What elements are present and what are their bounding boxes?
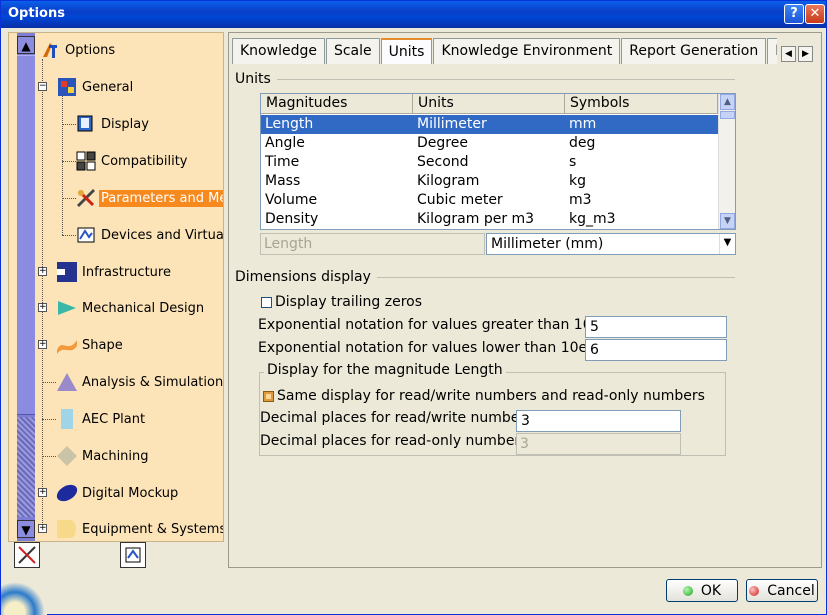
scroll-thumb[interactable] — [17, 55, 35, 415]
table-row[interactable]: Density Kilogram per m3 kg_m3 — [261, 210, 718, 229]
title-bar[interactable]: Options ? ✕ — [1, 1, 826, 28]
machining-icon — [56, 445, 78, 467]
reset-options-icon[interactable] — [120, 542, 146, 568]
options-icon — [39, 39, 61, 61]
tree-item-options[interactable]: Options — [39, 39, 117, 61]
options-tree: ▲ ▼ Options − General Display Compatibil… — [8, 32, 224, 542]
scroll-up-icon[interactable]: ▲ — [17, 36, 35, 54]
trailing-zeros-label: Display trailing zeros — [275, 294, 423, 310]
column-header-units[interactable]: Units — [413, 94, 565, 114]
tab-scroll-left-icon[interactable]: ◀ — [781, 46, 796, 62]
tree-item-mechanical-design[interactable]: Mechanical Design — [56, 297, 206, 319]
ok-label: OK — [700, 582, 722, 599]
same-display-checkbox[interactable] — [263, 391, 274, 402]
table-scroll-up-icon[interactable]: ▲ — [720, 94, 735, 110]
analysis-icon — [56, 371, 78, 393]
dimensions-group-label: Dimensions display — [235, 269, 377, 285]
equipment-icon — [56, 518, 78, 540]
table-row[interactable]: Length Millimeter mm — [261, 115, 718, 134]
cancel-button[interactable]: Cancel — [746, 579, 818, 602]
decimal-rw-input[interactable]: 3 — [516, 410, 681, 432]
tab-partial[interactable]: Par — [767, 38, 777, 64]
exp-greater-input[interactable]: 5 — [585, 316, 727, 338]
table-row[interactable]: Volume Cubic meter m3 — [261, 191, 718, 210]
general-icon — [56, 76, 78, 98]
cancel-label: Cancel — [767, 582, 815, 599]
ok-button[interactable]: OK — [666, 579, 738, 602]
aec-plant-icon — [56, 408, 78, 430]
tree-item-general[interactable]: General — [56, 76, 135, 98]
units-table: Magnitudes Units Symbols Length Millimet… — [260, 93, 736, 230]
table-header: Magnitudes Units Symbols — [261, 94, 718, 114]
window-title: Options — [8, 6, 65, 21]
ok-status-icon — [682, 585, 693, 596]
trailing-zeros-checkbox[interactable] — [261, 297, 272, 308]
same-display-label: Same display for read/write numbers and … — [277, 388, 705, 404]
chevron-down-icon[interactable]: ▼ — [719, 234, 735, 254]
tree-item-digital-mockup[interactable]: Digital Mockup — [56, 482, 180, 504]
scroll-track[interactable] — [17, 417, 35, 517]
column-header-symbols[interactable]: Symbols — [565, 94, 718, 114]
tab-scale[interactable]: Scale — [325, 38, 380, 64]
exp-lower-input[interactable]: 6 — [585, 339, 727, 361]
table-scroll-thumb[interactable] — [720, 111, 735, 119]
decimal-ro-input: 3 — [516, 433, 681, 455]
parameters-icon — [75, 187, 97, 209]
shape-icon — [56, 334, 78, 356]
unit-select[interactable]: Millimeter (mm) ▼ — [486, 233, 736, 255]
decimal-ro-label: Decimal places for read-only numbers — [260, 433, 528, 449]
tree-item-devices[interactable]: Devices and Virtual Reality — [75, 224, 223, 246]
units-group-label: Units — [235, 71, 277, 87]
tree-item-aec-plant[interactable]: AEC Plant — [56, 408, 147, 430]
compatibility-icon — [75, 150, 97, 172]
tree-item-parameters-and-measure[interactable]: Parameters and Measure — [75, 187, 223, 209]
magnitude-group-label: Display for the magnitude Length — [264, 362, 506, 378]
tab-knowledge-environment[interactable]: Knowledge Environment — [433, 38, 621, 64]
table-row[interactable]: Angle Degree deg — [261, 134, 718, 153]
tree-item-analysis-simulation[interactable]: Analysis & Simulation — [56, 371, 223, 393]
expand-shape-icon[interactable]: + — [38, 340, 47, 349]
decimal-rw-label: Decimal places for read/write numbers — [260, 410, 533, 426]
devices-icon — [75, 224, 97, 246]
tree-item-display[interactable]: Display — [75, 113, 151, 135]
tree-scrollbar[interactable]: ▲ ▼ — [17, 33, 35, 541]
tree-item-shape[interactable]: Shape — [56, 334, 125, 356]
mechanical-design-icon — [56, 297, 78, 319]
scroll-down-icon[interactable]: ▼ — [17, 520, 35, 538]
options-dialog: Options ? ✕ ▲ ▼ Options − General Displa… — [0, 0, 827, 615]
magnitude-field: Length — [260, 233, 485, 255]
cancel-status-icon — [749, 585, 760, 596]
tab-report-generation[interactable]: Report Generation — [621, 38, 767, 64]
expand-digital-mockup-icon[interactable]: + — [38, 488, 47, 497]
tab-strip: Knowledge Scale Units Knowledge Environment… — [232, 38, 777, 64]
tree-item-infrastructure[interactable]: Infrastructure — [56, 261, 173, 283]
close-button[interactable]: ✕ — [805, 4, 825, 24]
tree-item-compatibility[interactable]: Compatibility — [75, 150, 190, 172]
help-button[interactable]: ? — [784, 4, 804, 24]
table-scrollbar[interactable]: ▲ ▼ — [718, 94, 735, 229]
tab-units[interactable]: Units — [380, 38, 433, 64]
expand-equipment-icon[interactable]: + — [38, 524, 47, 533]
infrastructure-icon — [56, 261, 78, 283]
tab-knowledge[interactable]: Knowledge — [232, 38, 325, 64]
digital-mockup-icon — [56, 482, 78, 504]
exp-lower-label: Exponential notation for values lower th… — [258, 340, 593, 356]
table-scroll-down-icon[interactable]: ▼ — [720, 213, 735, 229]
globe-icon — [1, 578, 47, 615]
options-content: Knowledge Scale Units Knowledge Environment… — [228, 32, 822, 568]
table-row[interactable]: Mass Kilogram kg — [261, 172, 718, 191]
column-header-magnitudes[interactable]: Magnitudes — [261, 94, 413, 114]
table-row[interactable]: Time Second s — [261, 153, 718, 172]
display-icon — [75, 113, 97, 135]
tree-item-equipment-systems[interactable]: Equipment & Systems — [56, 518, 223, 540]
unit-select-value: Millimeter (mm) — [491, 236, 604, 252]
expand-mechanical-design-icon[interactable]: + — [38, 303, 47, 312]
exp-greater-label: Exponential notation for values greater … — [258, 317, 612, 333]
tab-scroll-right-icon[interactable]: ▶ — [798, 46, 813, 62]
tree-item-machining[interactable]: Machining — [56, 445, 151, 467]
expand-infrastructure-icon[interactable]: + — [38, 267, 47, 276]
tools-options-icon[interactable] — [14, 542, 40, 568]
expand-general-icon[interactable]: − — [38, 82, 47, 91]
